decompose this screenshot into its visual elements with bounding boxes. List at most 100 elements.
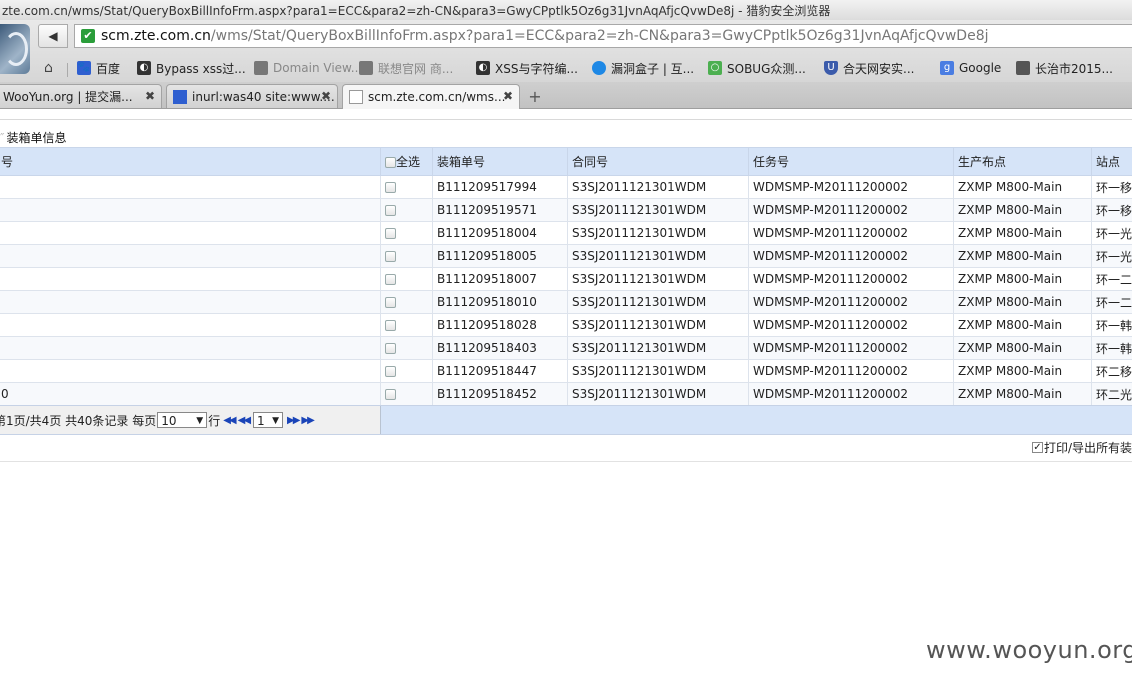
cell-checkbox — [380, 198, 433, 222]
cell-contract-no: S3SJ2011121301WDM — [567, 198, 749, 222]
cell-layout: ZXMP M800-Main — [953, 244, 1092, 268]
cell-task-no: WDMSMP-M20111200002 — [748, 359, 954, 383]
table-header-row: 号 全选 装箱单号 合同号 任务号 生产布点 站点 — [0, 147, 1132, 176]
row-checkbox[interactable] — [385, 320, 396, 331]
page-icon — [349, 90, 363, 104]
row-checkbox[interactable] — [385, 366, 396, 377]
cell-task-no: WDMSMP-M20111200002 — [748, 313, 954, 337]
column-header-layout: 生产布点 — [953, 147, 1092, 176]
cell-contract-no: S3SJ2011121301WDM — [567, 313, 749, 337]
close-icon[interactable]: ✖ — [321, 89, 331, 103]
cell-checkbox — [380, 267, 433, 291]
cell-box-no: B111209518447 — [432, 359, 568, 383]
cell-first — [0, 267, 381, 291]
table-row: B111209519571 S3SJ2011121301WDM WDMSMP-M… — [0, 198, 1132, 222]
url-text[interactable]: scm.zte.com.cn/wms/Stat/QueryBoxBillInfo… — [101, 28, 989, 44]
page-icon — [254, 61, 268, 75]
url-host: scm.zte.com.cn — [101, 28, 211, 44]
cell-task-no: WDMSMP-M20111200002 — [748, 221, 954, 245]
globe-icon: ◐ — [137, 61, 151, 75]
table-row: B111209518403 S3SJ2011121301WDM WDMSMP-M… — [0, 336, 1132, 360]
cell-task-no: WDMSMP-M20111200002 — [748, 198, 954, 222]
cell-site: 环一韩 — [1091, 313, 1132, 337]
bookmark-xss-encoding[interactable]: ◐ XSS与字符编... — [476, 59, 578, 77]
dropdown-arrow-icon: ▼ — [196, 416, 204, 426]
back-button[interactable]: ◀ — [38, 24, 68, 48]
bookmark-sobug[interactable]: ○ SOBUG众测... — [708, 59, 806, 77]
row-checkbox[interactable] — [385, 274, 396, 285]
cell-box-no: B111209518010 — [432, 290, 568, 314]
bookmark-hetian[interactable]: U 合天网安实... — [824, 59, 914, 77]
watermark: www.wooyun.org — [926, 636, 1132, 664]
column-header-contract-no: 合同号 — [567, 147, 749, 176]
print-export-checkbox[interactable]: ✓ — [1032, 442, 1043, 453]
cell-checkbox — [380, 175, 433, 199]
bookmark-lenovo[interactable]: 联想官网 商... — [359, 59, 453, 77]
cell-first — [0, 221, 381, 245]
bookmark-domain-view[interactable]: Domain View... — [254, 59, 362, 77]
section-marker-icon: ″ — [0, 131, 5, 145]
tab-label: inurl:was40 site:www.... — [192, 89, 335, 104]
first-page-icon[interactable]: ◀◀ — [223, 415, 236, 426]
row-checkbox[interactable] — [385, 297, 396, 308]
shield-icon: U — [824, 61, 838, 75]
table-row: B111209518010 S3SJ2011121301WDM WDMSMP-M… — [0, 290, 1132, 314]
row-checkbox[interactable] — [385, 182, 396, 193]
select-all-header[interactable]: 全选 — [380, 147, 433, 176]
cell-box-no: B111209517994 — [432, 175, 568, 199]
next-page-icon[interactable]: ▶▶ — [287, 415, 300, 426]
print-export-all-option[interactable]: ✓ 打印/导出所有装 — [1032, 439, 1132, 456]
cell-first — [0, 244, 381, 268]
cell-first — [0, 175, 381, 199]
table-row: B111209518007 S3SJ2011121301WDM WDMSMP-M… — [0, 267, 1132, 291]
last-page-icon[interactable]: ▶▶ — [301, 415, 314, 426]
cell-task-no: WDMSMP-M20111200002 — [748, 290, 954, 314]
cell-contract-no: S3SJ2011121301WDM — [567, 290, 749, 314]
back-arrow-icon: ◀ — [48, 29, 58, 43]
tab-bar: WooYun.org | 提交漏... ✖ inurl:was40 site:w… — [0, 82, 1132, 109]
bookmark-label: 漏洞盒子 | 互... — [611, 61, 695, 76]
row-checkbox[interactable] — [385, 205, 396, 216]
bookmark-bypass-xss[interactable]: ◐ Bypass xss过... — [137, 59, 246, 77]
url-path: /wms/Stat/QueryBoxBillInfoFrm.aspx?para1… — [210, 28, 989, 44]
row-checkbox[interactable] — [385, 251, 396, 262]
bookmark-label: 长治市2015... — [1035, 61, 1113, 76]
cell-box-no: B111209518004 — [432, 221, 568, 245]
cell-layout: ZXMP M800-Main — [953, 198, 1092, 222]
bookmark-google[interactable]: g Google — [940, 59, 1001, 77]
row-checkbox[interactable] — [385, 343, 396, 354]
bookmark-changzhi[interactable]: 长治市2015... — [1016, 59, 1113, 77]
tab-label: WooYun.org | 提交漏... — [3, 90, 133, 104]
secure-check-icon: ✔ — [81, 29, 95, 43]
column-header-site: 站点 — [1091, 147, 1132, 176]
page-size-select[interactable]: 10 ▼ — [157, 412, 208, 428]
close-icon[interactable]: ✖ — [145, 89, 155, 103]
cell-task-no: WDMSMP-M20111200002 — [748, 267, 954, 291]
bookmark-loudonghezi[interactable]: 漏洞盒子 | 互... — [592, 59, 694, 77]
prev-page-icon[interactable]: ◀◀ — [238, 415, 251, 426]
tab-wooyun[interactable]: WooYun.org | 提交漏... ✖ — [0, 84, 162, 108]
select-all-checkbox[interactable] — [385, 157, 396, 168]
page-number-select[interactable]: 1 ▼ — [253, 412, 284, 428]
row-checkbox[interactable] — [385, 389, 396, 400]
cell-task-no: WDMSMP-M20111200002 — [748, 175, 954, 199]
tab-scm-zte[interactable]: scm.zte.com.cn/wms... ✖ — [342, 84, 520, 109]
rows-suffix: 行 — [208, 413, 221, 428]
close-icon[interactable]: ✖ — [503, 89, 513, 103]
row-checkbox[interactable] — [385, 228, 396, 239]
address-bar[interactable]: ✔ scm.zte.com.cn/wms/Stat/QueryBoxBillIn… — [74, 24, 1132, 48]
baidu-paw-icon: 🐾 — [77, 61, 91, 75]
new-tab-button[interactable]: + — [524, 88, 546, 106]
cell-contract-no: S3SJ2011121301WDM — [567, 175, 749, 199]
cell-checkbox — [380, 221, 433, 245]
cell-layout: ZXMP M800-Main — [953, 290, 1092, 314]
sobug-icon: ○ — [708, 61, 722, 75]
tab-inurl-search[interactable]: inurl:was40 site:www.... ✖ — [166, 84, 338, 108]
table-row: B111209518028 S3SJ2011121301WDM WDMSMP-M… — [0, 313, 1132, 337]
section-title: ″ 装箱单信息 — [0, 131, 67, 145]
bookmark-baidu[interactable]: 🐾 百度 — [77, 59, 120, 77]
bookmark-label: SOBUG众测... — [727, 61, 806, 76]
home-button[interactable]: ⌂ — [44, 59, 60, 77]
pager: 第1页/共4页 共40条记录 每页 10 ▼ 行 ◀◀ ◀◀ 1 ▼ ▶▶ ▶▶ — [0, 406, 381, 434]
cell-first — [0, 336, 381, 360]
